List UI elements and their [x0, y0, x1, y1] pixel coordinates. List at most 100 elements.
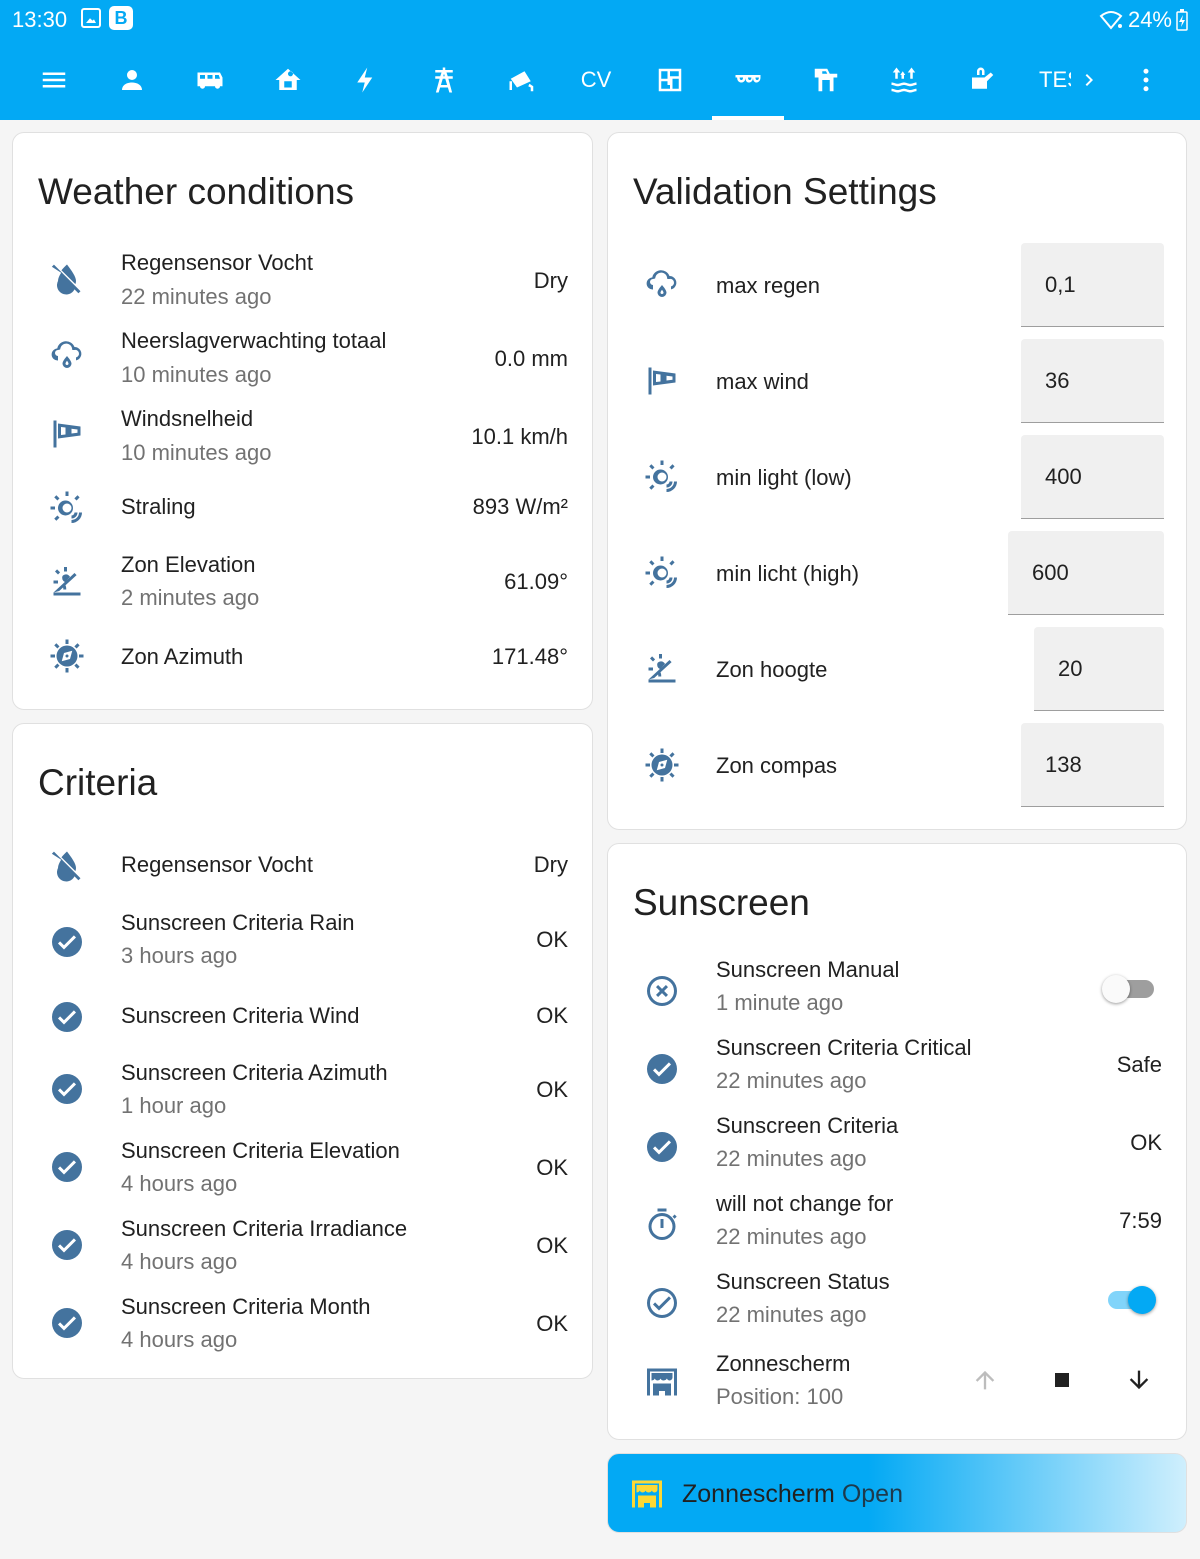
- criteria-row-azimuth[interactable]: Sunscreen Criteria Azimuth 1 hour ago OK: [13, 1050, 592, 1128]
- cctv-icon[interactable]: [486, 40, 558, 120]
- weather-row-elevation[interactable]: Zon Elevation 2 minutes ago 61.09°: [13, 543, 592, 621]
- weather-rain-icon: [644, 267, 680, 303]
- entity-secondary: 22 minutes ago: [716, 1302, 867, 1327]
- criteria-card: Criteria Regensensor Vocht Dry Sunscreen…: [12, 723, 593, 1379]
- dots-vertical-icon[interactable]: [1110, 40, 1182, 120]
- entity-name: Zon Azimuth: [121, 644, 244, 669]
- close-cover-button[interactable]: [1119, 1360, 1159, 1400]
- banner-entity-name: Zonnescherm: [682, 1480, 835, 1508]
- sunscreen-awning-icon[interactable]: [712, 40, 784, 120]
- entity-name: Windsnelheid: [121, 406, 254, 431]
- toolbar: CV TES: [0, 40, 1200, 120]
- watering-can-icon[interactable]: [946, 40, 1018, 120]
- zon-compas-input[interactable]: 138: [1021, 723, 1164, 807]
- sun-angle-icon: [644, 651, 680, 687]
- entity-secondary: Position: 100: [716, 1384, 844, 1409]
- tab-tes[interactable]: TES: [1030, 40, 1110, 120]
- bus-icon[interactable]: [174, 40, 246, 120]
- entity-name: Zon Elevation: [121, 552, 256, 577]
- pergola-icon[interactable]: [790, 40, 862, 120]
- check-circle-icon: [49, 1071, 85, 1107]
- validation-settings-card: Validation Settings max regen 0,1 max wi…: [607, 132, 1187, 830]
- check-circle-icon: [49, 999, 85, 1035]
- transmission-tower-icon[interactable]: [408, 40, 480, 120]
- tab-cv[interactable]: CV: [560, 40, 632, 120]
- menu-icon[interactable]: [18, 40, 90, 120]
- entity-name: Sunscreen Criteria Wind: [121, 1003, 360, 1028]
- app-header: 13:30 B 24% CV TE: [0, 0, 1200, 120]
- sun-wireless-icon: [644, 459, 680, 495]
- sunscreen-critical-row[interactable]: Sunscreen Criteria Critical 22 minutes a…: [608, 1030, 1186, 1108]
- validation-row-min-licht-high: min licht (high) 600: [608, 531, 1186, 615]
- wifi-icon: [1099, 11, 1123, 30]
- entity-name: Zon compas: [716, 753, 838, 778]
- flash-icon[interactable]: [330, 40, 402, 120]
- zonnescherm-cover-row[interactable]: Zonnescherm Position: 100: [608, 1342, 1186, 1422]
- banner-state: Open: [841, 1480, 903, 1508]
- sunscreen-manual-toggle[interactable]: [1102, 970, 1158, 1006]
- entity-secondary: 22 minutes ago: [716, 1068, 867, 1093]
- windsock-icon: [49, 416, 85, 452]
- sunscreen-status-row[interactable]: Sunscreen Status 22 minutes ago: [608, 1264, 1186, 1342]
- zon-hoogte-input[interactable]: 20: [1034, 627, 1164, 711]
- entity-value: 0.0 mm: [494, 346, 568, 371]
- criteria-row-irradiance[interactable]: Sunscreen Criteria Irradiance 4 hours ag…: [13, 1206, 592, 1284]
- entity-name: Regensensor Vocht: [121, 250, 314, 275]
- entity-name: will not change for: [716, 1191, 894, 1216]
- criteria-row-regensensor[interactable]: Regensensor Vocht Dry: [13, 830, 592, 900]
- min-light-low-input[interactable]: 400: [1021, 435, 1164, 519]
- entity-value: OK: [536, 1155, 568, 1180]
- weather-row-azimuth[interactable]: Zon Azimuth 171.48°: [13, 621, 592, 691]
- weather-row-wind[interactable]: Windsnelheid 10 minutes ago 10.1 km/h: [13, 395, 592, 473]
- entity-name: Neerslagverwachting totaal: [121, 328, 387, 353]
- max-regen-input[interactable]: 0,1: [1021, 243, 1164, 327]
- check-circle-icon: [49, 1305, 85, 1341]
- entity-secondary: 3 hours ago: [121, 943, 238, 968]
- max-wind-input[interactable]: 36: [1021, 339, 1164, 423]
- weather-row-regensensor[interactable]: Regensensor Vocht 22 minutes ago Dry: [13, 239, 592, 317]
- entity-value: OK: [536, 1003, 568, 1028]
- criteria-row-elevation[interactable]: Sunscreen Criteria Elevation 4 hours ago…: [13, 1128, 592, 1206]
- sunscreen-status-toggle[interactable]: [1102, 1281, 1158, 1317]
- sunscreen-timer-row[interactable]: will not change for 22 minutes ago 7:59: [608, 1186, 1186, 1264]
- entity-value: OK: [536, 1233, 568, 1258]
- awning-icon: [644, 1364, 680, 1400]
- entity-secondary: 1 minute ago: [716, 990, 844, 1015]
- entity-name: Regensensor Vocht: [121, 852, 314, 877]
- sunscreen-manual-row[interactable]: Sunscreen Manual 1 minute ago: [608, 952, 1186, 1030]
- sunscreen-criteria-row[interactable]: Sunscreen Criteria 22 minutes ago OK: [608, 1108, 1186, 1186]
- criteria-row-month[interactable]: Sunscreen Criteria Month 4 hours ago OK: [13, 1284, 592, 1362]
- active-tab-indicator: [712, 116, 784, 120]
- floor-plan-icon[interactable]: [634, 40, 706, 120]
- account-icon[interactable]: [96, 40, 168, 120]
- entity-value: OK: [536, 1077, 568, 1102]
- weather-row-neerslag[interactable]: Neerslagverwachting totaal 10 minutes ag…: [13, 317, 592, 395]
- validation-row-max-regen: max regen 0,1: [608, 243, 1186, 327]
- card-title: Criteria: [38, 762, 158, 803]
- card-title: Sunscreen: [633, 882, 810, 923]
- entity-name: Sunscreen Criteria Azimuth: [121, 1060, 388, 1085]
- toggle-knob: [1102, 975, 1130, 1003]
- criteria-row-rain[interactable]: Sunscreen Criteria Rain 3 hours ago OK: [13, 900, 592, 984]
- status-right: 24%: [1098, 7, 1188, 33]
- entity-name: Sunscreen Criteria Irradiance: [121, 1216, 408, 1241]
- water-off-icon: [49, 260, 85, 296]
- criteria-row-wind[interactable]: Sunscreen Criteria Wind OK: [13, 984, 592, 1050]
- water-level-icon[interactable]: [868, 40, 940, 120]
- home-icon[interactable]: [252, 40, 324, 120]
- check-circle-icon: [49, 924, 85, 960]
- toggle-knob: [1128, 1286, 1156, 1314]
- entity-name: Sunscreen Status: [716, 1269, 890, 1294]
- weather-row-straling[interactable]: Straling 893 W/m²: [13, 473, 592, 543]
- stop-cover-button[interactable]: [1042, 1360, 1082, 1400]
- zonnescherm-state-button[interactable]: Zonnescherm Open: [607, 1453, 1187, 1533]
- windsock-icon: [644, 363, 680, 399]
- entity-secondary: 4 hours ago: [121, 1249, 238, 1274]
- entity-value: 10.1 km/h: [471, 424, 568, 449]
- validation-row-min-light-low: min light (low) 400: [608, 435, 1186, 519]
- banner-label: Zonnescherm Open: [682, 1480, 903, 1509]
- entity-name: Sunscreen Manual: [716, 957, 900, 982]
- open-cover-button[interactable]: [965, 1360, 1005, 1400]
- entity-value: 7:59: [1119, 1208, 1162, 1233]
- min-licht-high-input[interactable]: 600: [1008, 531, 1164, 615]
